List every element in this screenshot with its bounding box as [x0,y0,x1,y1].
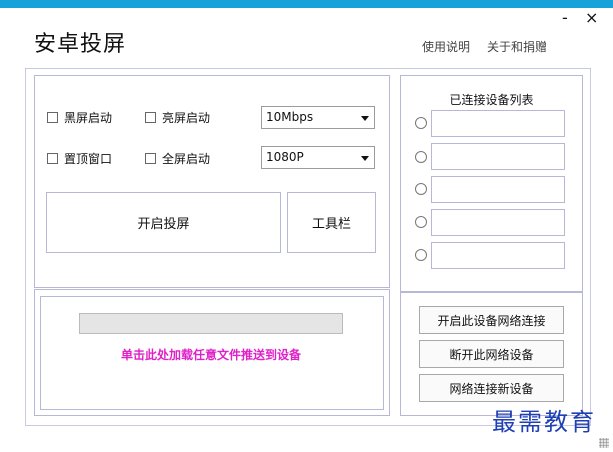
bright-screen-start-label: 亮屏启动 [162,111,211,125]
bitrate-value: 10Mbps [266,110,314,124]
file-push-hint[interactable]: 单击此处加载任意文件推送到设备 [40,346,382,363]
minimize-button[interactable]: - [562,8,568,27]
file-push-progress-bar [79,313,343,334]
window-accent-bar [0,0,613,8]
window-title: 安卓投屏 [34,32,127,57]
bright-screen-start-checkbox[interactable]: 亮屏启动 [145,109,210,126]
checkbox-icon [145,112,156,123]
start-cast-button[interactable]: 开启投屏 [46,192,281,253]
device-slot-4[interactable] [431,209,565,236]
enable-device-network-button[interactable]: 开启此设备网络连接 [419,306,564,334]
about-donate-link[interactable]: 关于和捐赠 [487,38,547,55]
help-link[interactable]: 使用说明 [422,38,470,55]
device-slot-2[interactable] [431,143,565,170]
close-button[interactable]: × [585,8,598,27]
black-screen-start-checkbox[interactable]: 黑屏启动 [47,109,112,126]
black-screen-start-label: 黑屏启动 [64,111,113,125]
device-radio-5[interactable] [415,249,427,261]
device-radio-3[interactable] [415,183,427,195]
toolbar-button[interactable]: 工具栏 [287,192,376,253]
disconnect-device-button[interactable]: 断开此网络设备 [419,340,564,368]
fullscreen-start-label: 全屏启动 [162,152,211,166]
device-slot-5[interactable] [431,242,565,269]
device-slot-1[interactable] [431,110,565,137]
resolution-select[interactable]: 1080P [261,146,375,169]
pin-on-top-checkbox[interactable]: 置顶窗口 [47,150,112,167]
pin-on-top-label: 置顶窗口 [64,152,113,166]
checkbox-icon [47,112,58,123]
chevron-down-icon [361,156,369,161]
watermark-text: 最需教育 [492,408,596,436]
fullscreen-start-checkbox[interactable]: 全屏启动 [145,150,210,167]
checkbox-icon [145,153,156,164]
bitrate-select[interactable]: 10Mbps [261,106,375,129]
device-radio-2[interactable] [415,151,427,163]
resolution-value: 1080P [266,150,304,164]
checkbox-icon [47,153,58,164]
device-list-title: 已连接设备列表 [449,93,534,107]
chevron-down-icon [361,116,369,121]
connect-new-device-button[interactable]: 网络连接新设备 [419,374,564,402]
resize-grip-icon[interactable] [599,438,609,448]
device-slot-3[interactable] [431,176,565,203]
device-radio-1[interactable] [415,117,427,129]
device-radio-4[interactable] [415,216,427,228]
